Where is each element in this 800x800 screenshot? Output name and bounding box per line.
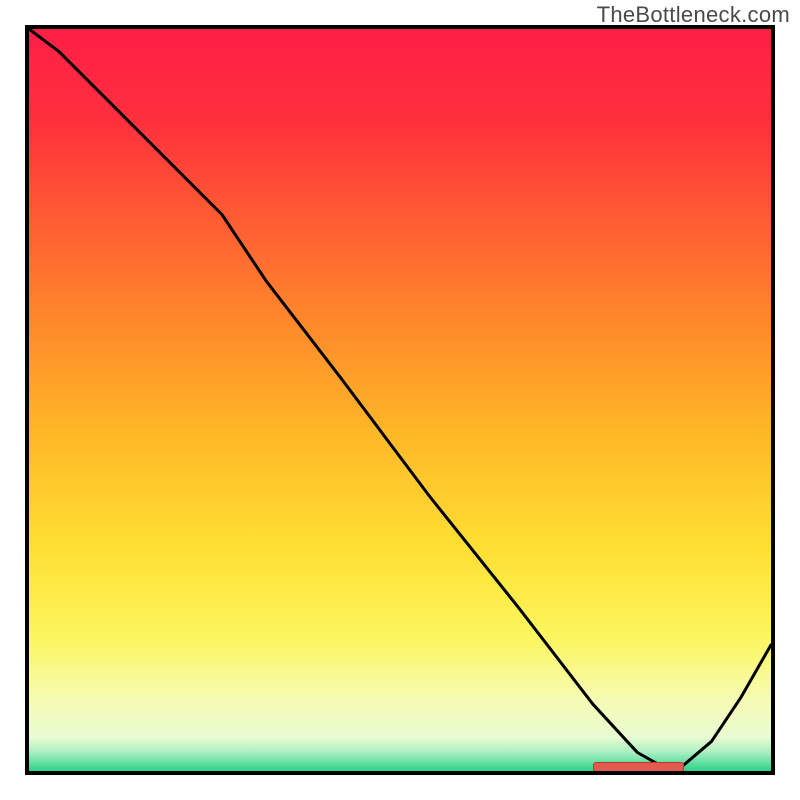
chart-frame xyxy=(25,25,775,775)
chart-background xyxy=(29,29,771,771)
bottleneck-marker xyxy=(593,762,684,772)
chart-svg xyxy=(29,29,771,771)
